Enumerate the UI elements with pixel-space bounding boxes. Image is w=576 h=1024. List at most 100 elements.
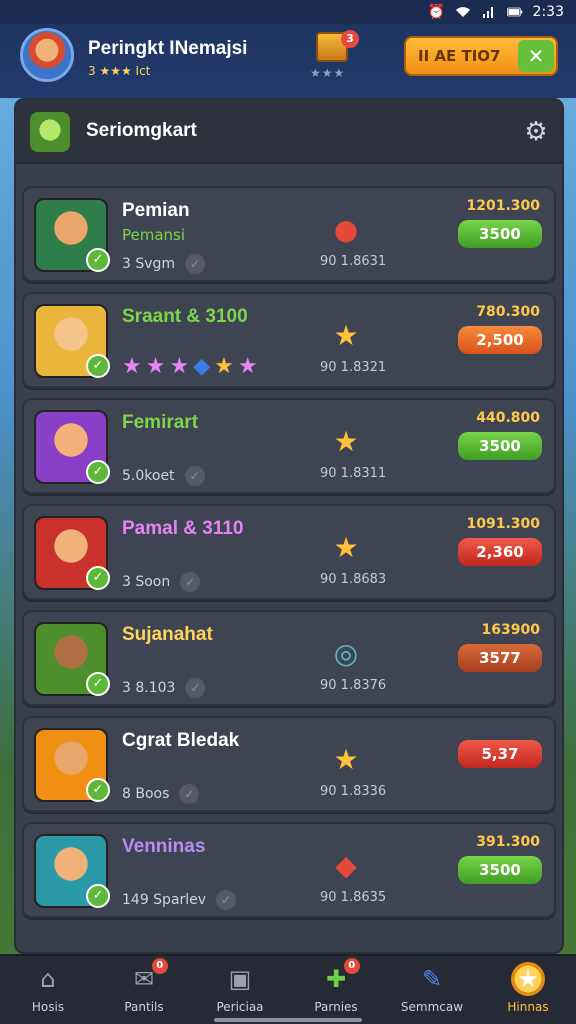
player-score: 1201.300 (466, 198, 540, 214)
player-subline: 8 Boos ✓ (122, 784, 200, 804)
nav-label: Parnies (314, 1000, 358, 1014)
reward-button[interactable]: 3500 (458, 432, 542, 460)
player-name: Sraant & 3100 (122, 306, 248, 327)
check-icon: ✓ (180, 572, 201, 592)
leaderboard-row[interactable]: ✓ Pemian Pemansi 3 Svgm ✓ ● 90 1.8631 1201.300 3… (22, 186, 556, 282)
panel-logo-icon (30, 112, 70, 152)
player-name: Cgrat Bledak (122, 730, 240, 751)
nav-badge: 0 (343, 958, 360, 974)
player-score: 1091.300 (466, 516, 540, 532)
page-title: Peringkt INemajsi (88, 38, 248, 59)
nav-label: Periciaa (216, 1000, 264, 1014)
leaderboard-row[interactable]: ✓ Sujanahat 3 8.103 ✓ ◎ 90 1.8376 163900 3577 (22, 610, 556, 706)
player-stat: 90 1.8321 (320, 360, 387, 375)
chest-badge: 3 (341, 30, 359, 48)
status-bar: ⏰ 2:33 (0, 0, 576, 24)
player-stat: 90 1.8311 (320, 466, 387, 481)
player-subline: 3 Svgm ✓ (122, 254, 206, 274)
check-icon: ✓ (86, 778, 110, 802)
leaderboard-row[interactable]: ✓ Femirart 5.0koet ✓ ★ 90 1.8311 440.800 3500 (22, 398, 556, 494)
panel-header: Seriomgkart ⚙ (16, 100, 562, 164)
player-subline: 3 Soon ✓ (122, 572, 201, 592)
header: Peringkt INemajsi 3 ★★★ Ict 3 ★★★ II AE … (0, 24, 576, 98)
reward-button[interactable]: 3500 (458, 856, 542, 884)
player-sub-text: 3 8.103 (122, 680, 176, 696)
header-button-label: II AE TIO7 (418, 47, 501, 65)
leaderboard-row[interactable]: ✓ Cgrat Bledak 8 Boos ✓ ★ 90 1.8336 5,37 (22, 716, 556, 812)
player-score: 163900 (481, 622, 540, 638)
nav-item-0[interactable]: ⌂ Hosis (0, 956, 96, 1024)
player-name: Femirart (122, 412, 199, 433)
reward-button[interactable]: 5,37 (458, 740, 542, 768)
trophy-icon: ★ (511, 962, 545, 996)
player-sub-text: 8 Boos (122, 786, 170, 802)
player-name: Venninas (122, 836, 206, 857)
player-stat: 90 1.8683 (320, 572, 387, 587)
signal-icon (481, 5, 497, 19)
nav-label: Hosis (31, 1000, 65, 1014)
nav-item-1[interactable]: ✉ Pantils 0 (96, 956, 192, 1024)
alarm-icon: ⏰ (427, 4, 446, 20)
battery-icon (506, 5, 523, 19)
player-sub-text: 3 Soon (122, 574, 171, 590)
check-icon: ✓ (184, 466, 205, 486)
check-icon: ✓ (179, 784, 200, 804)
check-icon: ✓ (86, 460, 110, 484)
nav-label: Semmcaw (400, 1000, 464, 1014)
star-icon: ★ (333, 743, 359, 776)
nav-badge: 0 (151, 958, 168, 974)
reward-button[interactable]: 3577 (458, 644, 542, 672)
player-sub-text: 149 Sparlev (122, 892, 207, 908)
nav-label: Pantils (124, 1000, 164, 1014)
wifi-icon (455, 5, 471, 19)
bottom-nav: ⌂ Hosis ✉ Pantils 0 ▣ Periciaa ✚ Parnies 0 ✎ Semmca… (0, 954, 576, 1024)
nav-item-5[interactable]: ★ Hinnas (480, 956, 576, 1024)
check-icon: ✓ (185, 678, 206, 698)
player-name: Pamal & 3110 (122, 518, 244, 539)
feather-icon: ✎ (421, 965, 443, 993)
star-icon: ★ (333, 319, 359, 352)
player-stat: 90 1.8376 (320, 678, 387, 693)
avatar[interactable] (20, 28, 74, 82)
header-action-button[interactable]: II AE TIO7 ✕ (404, 36, 558, 76)
home-indicator (214, 1018, 362, 1022)
player-subline: 149 Sparlev ✓ (122, 890, 237, 910)
reward-button[interactable]: 2,360 (458, 538, 542, 566)
panel-title: Seriomgkart (86, 120, 197, 141)
gem-cluster-icon: ◆ (335, 849, 357, 882)
nav-item-3[interactable]: ✚ Parnies 0 (288, 956, 384, 1024)
check-icon: ✓ (86, 566, 110, 590)
nav-item-2[interactable]: ▣ Periciaa (192, 956, 288, 1024)
compass-icon: ◎ (333, 637, 359, 670)
reward-button[interactable]: 2,500 (458, 326, 542, 354)
check-icon: ✓ (185, 254, 206, 274)
leaderboard-row[interactable]: ✓ Sraant & 3100 ★★★◆★★ ★ 90 1.8321 780.300 2,5… (22, 292, 556, 388)
leaderboard-row[interactable]: ✓ Pamal & 3110 3 Soon ✓ ★ 90 1.8683 1091.300 2,… (22, 504, 556, 600)
player-sub-text: 3 Svgm (122, 256, 176, 272)
player-stars: ★★★◆★★ (122, 354, 262, 379)
check-icon: ✓ (216, 890, 237, 910)
check-icon: ✓ (86, 248, 110, 272)
gear-icon[interactable]: ⚙ (522, 118, 550, 146)
player-rating: 3 ★★★ Ict (88, 64, 151, 78)
player-sub-text: 5.0koet (122, 468, 175, 484)
nav-label: Hinnas (507, 1000, 549, 1014)
reward-button[interactable]: 3500 (458, 220, 542, 248)
home-icon: ⌂ (40, 965, 56, 993)
leaderboard-list: ✓ Pemian Pemansi 3 Svgm ✓ ● 90 1.8631 1201.300 3… (22, 186, 556, 928)
check-icon: ✓ (86, 672, 110, 696)
check-icon: ✓ (86, 354, 110, 378)
player-tag: Pemansi (122, 226, 186, 244)
player-name: Pemian (122, 200, 190, 221)
player-name: Sujanahat (122, 624, 213, 645)
player-score: 780.300 (476, 304, 540, 320)
nav-item-4[interactable]: ✎ Semmcaw (384, 956, 480, 1024)
close-icon[interactable]: ✕ (518, 40, 554, 72)
player-stat: 90 1.8631 (320, 254, 387, 269)
star-icon: ★ (333, 425, 359, 458)
check-icon: ✓ (86, 884, 110, 908)
inventory-icon: ▣ (228, 965, 252, 993)
leaderboard-row[interactable]: ✓ Venninas 149 Sparlev ✓ ◆ 90 1.8635 391.300 35… (22, 822, 556, 918)
player-subline: 3 8.103 ✓ (122, 678, 206, 698)
player-subline: 5.0koet ✓ (122, 466, 205, 486)
